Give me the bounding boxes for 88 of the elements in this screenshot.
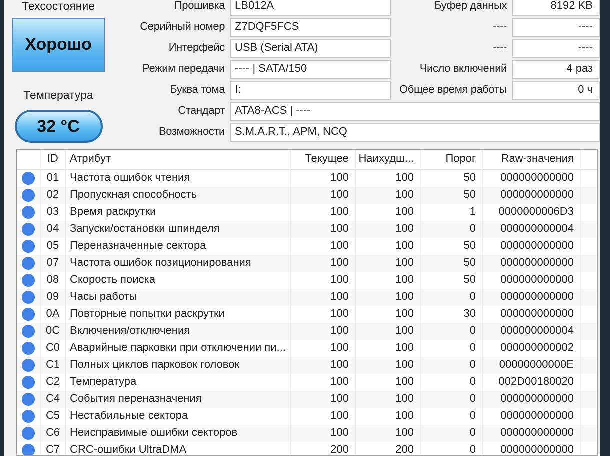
table-cell: 00000000000E — [483, 357, 581, 374]
table-cell: C6 — [41, 425, 66, 442]
table-cell: События переназначения — [66, 391, 291, 408]
table-cell: 100 — [356, 425, 421, 442]
health-label: Техсостояние — [22, 0, 96, 15]
field-label: Возможности — [158, 125, 225, 140]
field-label: Серийный номер — [139, 20, 225, 35]
table-cell: 100 — [291, 255, 356, 272]
field-label: ---- — [492, 20, 507, 35]
table-cell: Пропускная способность — [66, 187, 291, 204]
table-cell: 0 — [421, 221, 483, 238]
table-cell: 000000000000 — [483, 442, 581, 455]
table-cell: 100 — [356, 255, 421, 272]
field-label: Буква тома — [169, 83, 225, 98]
field-label: Число включений — [418, 62, 507, 77]
value-field: 0 ч — [512, 81, 600, 100]
field-label: ---- — [492, 41, 507, 56]
table-cell: 0 — [421, 357, 483, 374]
table-cell: 100 — [291, 187, 356, 204]
table-cell: Неисправимые ошибки секторов — [66, 425, 291, 442]
table-cell: Запуски/остановки шпинделя — [66, 221, 291, 238]
field-label: Буфер данных — [434, 0, 507, 14]
column-header[interactable]: ID — [41, 150, 66, 169]
field-label: Общее время работы — [398, 83, 507, 98]
temperature-label: Температура — [24, 89, 94, 104]
field-label: Стандарт — [177, 104, 225, 119]
table-cell: Полных циклов парковок головок — [66, 357, 291, 374]
table-cell: 000000000004 — [483, 221, 581, 238]
table-cell: 09 — [41, 289, 66, 306]
temperature-badge: 32 °C — [14, 110, 102, 143]
column-header[interactable]: Порог — [421, 150, 483, 169]
table-cell: 50 — [421, 255, 483, 272]
table-cell: Включения/отключения — [66, 323, 291, 340]
table-cell: 100 — [356, 391, 421, 408]
column-header[interactable]: Raw-значения — [483, 150, 581, 169]
value-field: 4 раз — [512, 60, 600, 79]
table-cell: Частота ошибок позиционирования — [66, 255, 291, 272]
table-cell: 100 — [291, 221, 356, 238]
table-cell: 100 — [356, 289, 421, 306]
table-cell: 50 — [421, 187, 483, 204]
table-cell: C4 — [41, 391, 66, 408]
value-field: 8192 KB — [512, 0, 600, 16]
value-field: Z7DQF5FCS — [230, 18, 391, 37]
table-cell: C1 — [41, 357, 66, 374]
column-header[interactable]: Атрибут — [66, 150, 291, 169]
table-cell: 000000000000 — [483, 289, 581, 306]
table-cell: 07 — [41, 255, 66, 272]
table-cell: 0 — [421, 391, 483, 408]
table-cell: 100 — [356, 221, 421, 238]
table-cell: CRC-ошибки UltraDMA — [66, 442, 291, 455]
column-header[interactable]: Текущее — [291, 150, 356, 169]
table-cell: 0C — [41, 323, 66, 340]
value-field: ATA8-ACS | ---- — [230, 102, 600, 121]
value-field: ---- — [512, 39, 600, 58]
table-cell: 100 — [356, 357, 421, 374]
table-cell: 02 — [41, 187, 66, 204]
value-field: ---- — [512, 18, 600, 37]
table-cell: 100 — [356, 187, 421, 204]
table-cell: 100 — [291, 323, 356, 340]
table-cell: 100 — [291, 391, 356, 408]
table-cell: 000000000000 — [483, 187, 581, 204]
value-field: LB012A — [230, 0, 391, 16]
table-cell: 0 — [421, 323, 483, 340]
table-cell: 04 — [41, 221, 66, 238]
table-cell: 000000000000 — [483, 425, 581, 442]
health-status[interactable]: Хорошо — [12, 18, 105, 72]
table-cell: 100 — [291, 425, 356, 442]
table-cell: 0 — [421, 289, 483, 306]
field-label: Прошивка — [173, 0, 225, 14]
value-field: S.M.A.R.T., APM, NCQ — [230, 123, 600, 142]
column-header[interactable]: Наихудш... — [356, 150, 421, 169]
field-label: Режим передачи — [142, 62, 225, 77]
table-cell: 100 — [291, 357, 356, 374]
table-cell: C7 — [41, 442, 66, 455]
value-field: ---- | SATA/150 — [230, 60, 391, 79]
table-cell: 0 — [421, 425, 483, 442]
table-cell: 200 — [291, 442, 356, 455]
table-cell: 000000000000 — [483, 391, 581, 408]
value-field: I: — [230, 81, 391, 100]
table-cell: 200 — [356, 442, 421, 455]
table-cell: Часы работы — [66, 289, 291, 306]
table-cell: 100 — [291, 289, 356, 306]
table-cell: 0 — [421, 442, 483, 455]
table-cell: 000000000000 — [483, 255, 581, 272]
value-field: USB (Serial ATA) — [230, 39, 391, 58]
table-cell: 000000000004 — [483, 323, 581, 340]
table-cell: 100 — [356, 323, 421, 340]
field-label: Интерфейс — [168, 41, 225, 56]
